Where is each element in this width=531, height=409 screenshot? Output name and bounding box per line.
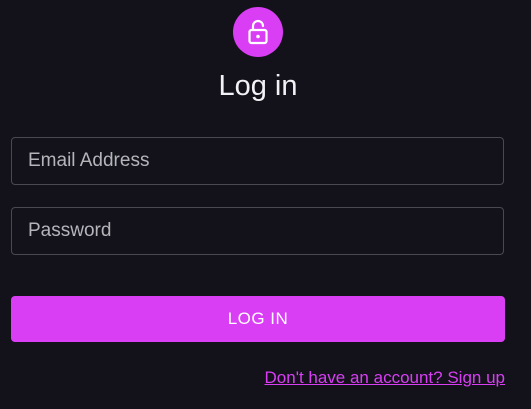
lock-open-icon <box>248 19 268 45</box>
email-field[interactable] <box>11 137 504 185</box>
page-title: Log in <box>218 70 298 102</box>
login-page: Log in LOG IN Don't have an account? Sig… <box>0 0 531 409</box>
login-button[interactable]: LOG IN <box>11 296 505 342</box>
password-field[interactable] <box>11 207 504 255</box>
lock-avatar <box>233 7 283 57</box>
signup-link[interactable]: Don't have an account? Sign up <box>265 368 505 388</box>
